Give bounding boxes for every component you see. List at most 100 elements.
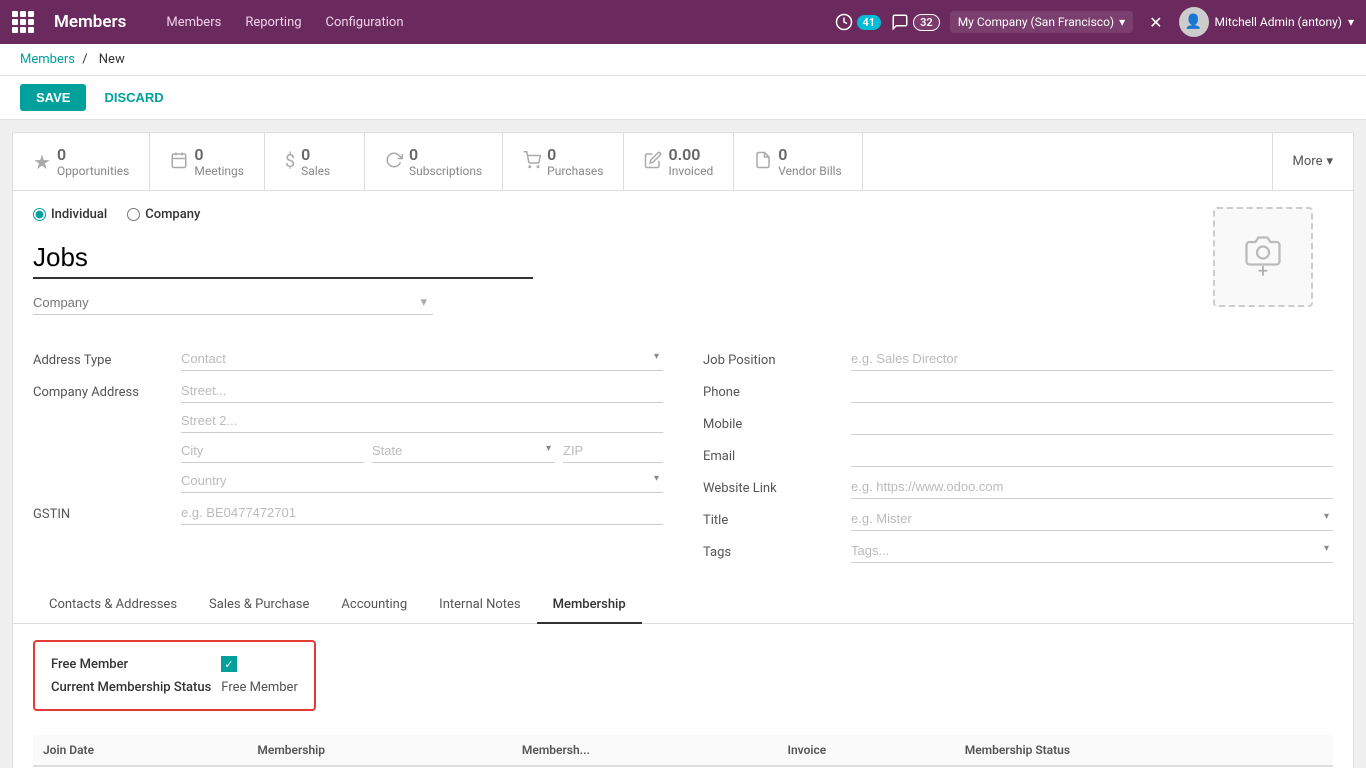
activity-icon-btn[interactable]: 41 <box>835 13 882 31</box>
smart-btn-invoiced[interactable]: 0.00 Invoiced <box>624 133 734 190</box>
top-nav-right: 41 32 My Company (San Francisco) ▾ ✕ 👤 M… <box>835 7 1354 37</box>
form-top: Individual Company ▾ <box>13 191 1353 571</box>
website-input[interactable] <box>851 475 1333 499</box>
breadcrumb-parent[interactable]: Members <box>20 52 75 67</box>
free-member-checkbox[interactable]: ✓ <box>221 656 237 672</box>
tab-content-membership: Free Member ✓ Current Membership Status … <box>13 624 1353 768</box>
company-label: Company <box>145 207 200 222</box>
nav-members[interactable]: Members <box>156 9 231 36</box>
tags-label: Tags <box>703 539 843 560</box>
individual-label: Individual <box>51 207 107 222</box>
breadcrumb-separator: / <box>82 52 91 67</box>
messages-icon-btn[interactable]: 32 <box>891 13 940 31</box>
smart-btn-subscriptions[interactable]: 0 Subscriptions <box>365 133 503 190</box>
job-position-label: Job Position <box>703 347 843 368</box>
smart-btn-purchases[interactable]: 0 Purchases <box>503 133 624 190</box>
gstin-input[interactable] <box>181 501 663 525</box>
app-grid-icon[interactable] <box>12 11 34 33</box>
phone-input[interactable] <box>851 379 1333 403</box>
city-state-zip-row: State <box>181 439 663 463</box>
tab-notes[interactable]: Internal Notes <box>423 587 536 624</box>
company-field[interactable] <box>33 291 433 315</box>
country-select[interactable]: Country <box>181 469 663 493</box>
company-address-row: Company Address State <box>33 379 663 493</box>
email-row: Email <box>703 443 1333 467</box>
free-member-label: Free Member <box>51 657 211 672</box>
more-label: More <box>1293 154 1323 169</box>
messages-badge: 32 <box>913 14 940 31</box>
smart-btn-sales[interactable]: $ 0 Sales <box>265 133 365 190</box>
photo-placeholder[interactable]: + <box>1213 207 1313 307</box>
smart-btn-vendor-bills[interactable]: 0 Vendor Bills <box>734 133 862 190</box>
free-member-row: Free Member ✓ <box>51 656 298 672</box>
current-status-value: Free Member <box>221 680 298 695</box>
country-select-wrapper: Country <box>181 469 663 493</box>
title-select-wrapper: e.g. Mister Mr. Mrs. Ms. Dr. <box>851 507 1333 531</box>
address-type-row: Address Type Contact Invoice Address Del… <box>33 347 663 371</box>
company-name: My Company (San Francisco) <box>958 15 1114 29</box>
mobile-label: Mobile <box>703 411 843 432</box>
membership-table: Join Date Membership Membersh... Invoice… <box>33 735 1333 767</box>
user-name: Mitchell Admin (antony) <box>1215 15 1342 29</box>
tags-select-wrapper: Tags... <box>851 539 1333 563</box>
tags-row: Tags Tags... <box>703 539 1333 563</box>
avatar: 👤 <box>1179 7 1209 37</box>
user-menu[interactable]: 👤 Mitchell Admin (antony) ▾ <box>1179 7 1354 37</box>
activity-badge: 41 <box>857 15 882 30</box>
form-left: Address Type Contact Invoice Address Del… <box>33 347 663 571</box>
smart-btn-opportunities[interactable]: ★ 0 Opportunities <box>13 133 150 190</box>
nav-reporting[interactable]: Reporting <box>235 9 311 36</box>
website-row: Website Link <box>703 475 1333 499</box>
individual-radio-label[interactable]: Individual <box>33 207 107 222</box>
company-radio[interactable] <box>127 208 140 221</box>
more-button[interactable]: More ▾ <box>1272 133 1353 190</box>
doc-icon <box>754 150 772 174</box>
current-status-row: Current Membership Status Free Member <box>51 680 298 695</box>
job-position-input[interactable] <box>851 347 1333 371</box>
gstin-label: GSTIN <box>33 501 173 522</box>
photo-area[interactable]: + <box>1213 207 1313 307</box>
photo-plus-icon: + <box>1258 261 1268 282</box>
name-field[interactable] <box>33 238 533 279</box>
email-input[interactable] <box>851 443 1333 467</box>
tags-select[interactable]: Tags... <box>851 539 1333 563</box>
street2-input[interactable] <box>181 409 663 433</box>
tab-accounting[interactable]: Accounting <box>325 587 423 624</box>
street-input[interactable] <box>181 379 663 403</box>
company-radio-label[interactable]: Company <box>127 207 200 222</box>
mobile-input[interactable] <box>851 411 1333 435</box>
address-type-select[interactable]: Contact Invoice Address Delivery Address <box>181 347 663 371</box>
company-address-label: Company Address <box>33 379 173 400</box>
address-form: Address Type Contact Invoice Address Del… <box>33 347 1333 571</box>
state-select-wrapper: State <box>372 439 555 463</box>
website-label: Website Link <box>703 475 843 496</box>
close-icon[interactable]: ✕ <box>1143 11 1168 34</box>
app-title: Members <box>54 12 126 32</box>
title-select[interactable]: e.g. Mister Mr. Mrs. Ms. Dr. <box>851 507 1333 531</box>
col-join-date: Join Date <box>33 735 247 766</box>
tab-contacts[interactable]: Contacts & Addresses <box>33 587 193 624</box>
state-select[interactable]: State <box>372 439 555 463</box>
smart-btn-sales-text: 0 Sales <box>301 145 330 178</box>
title-label: Title <box>703 507 843 528</box>
title-row: Title e.g. Mister Mr. Mrs. Ms. Dr. <box>703 507 1333 531</box>
city-input[interactable] <box>181 439 364 463</box>
job-position-row: Job Position <box>703 347 1333 371</box>
individual-radio[interactable] <box>33 208 46 221</box>
membership-table-header-row: Join Date Membership Membersh... Invoice… <box>33 735 1333 766</box>
tab-membership[interactable]: Membership <box>537 587 642 624</box>
toolbar: SAVE DISCARD <box>0 76 1366 120</box>
col-membership-status: Membership Status <box>955 735 1333 766</box>
smart-btn-meetings[interactable]: 0 Meetings <box>150 133 265 190</box>
nav-configuration[interactable]: Configuration <box>316 9 414 36</box>
company-selector[interactable]: My Company (San Francisco) ▾ <box>950 11 1133 33</box>
save-button[interactable]: SAVE <box>20 84 86 111</box>
zip-input[interactable] <box>563 439 663 463</box>
discard-button[interactable]: DISCARD <box>96 84 171 111</box>
edit-icon <box>644 150 662 174</box>
contact-type-group: Individual Company <box>33 207 1213 222</box>
form-card: ★ 0 Opportunities 0 Meetings <box>12 132 1354 768</box>
address-type-label: Address Type <box>33 347 173 368</box>
tab-sales[interactable]: Sales & Purchase <box>193 587 325 624</box>
membership-highlight-box: Free Member ✓ Current Membership Status … <box>33 640 316 711</box>
